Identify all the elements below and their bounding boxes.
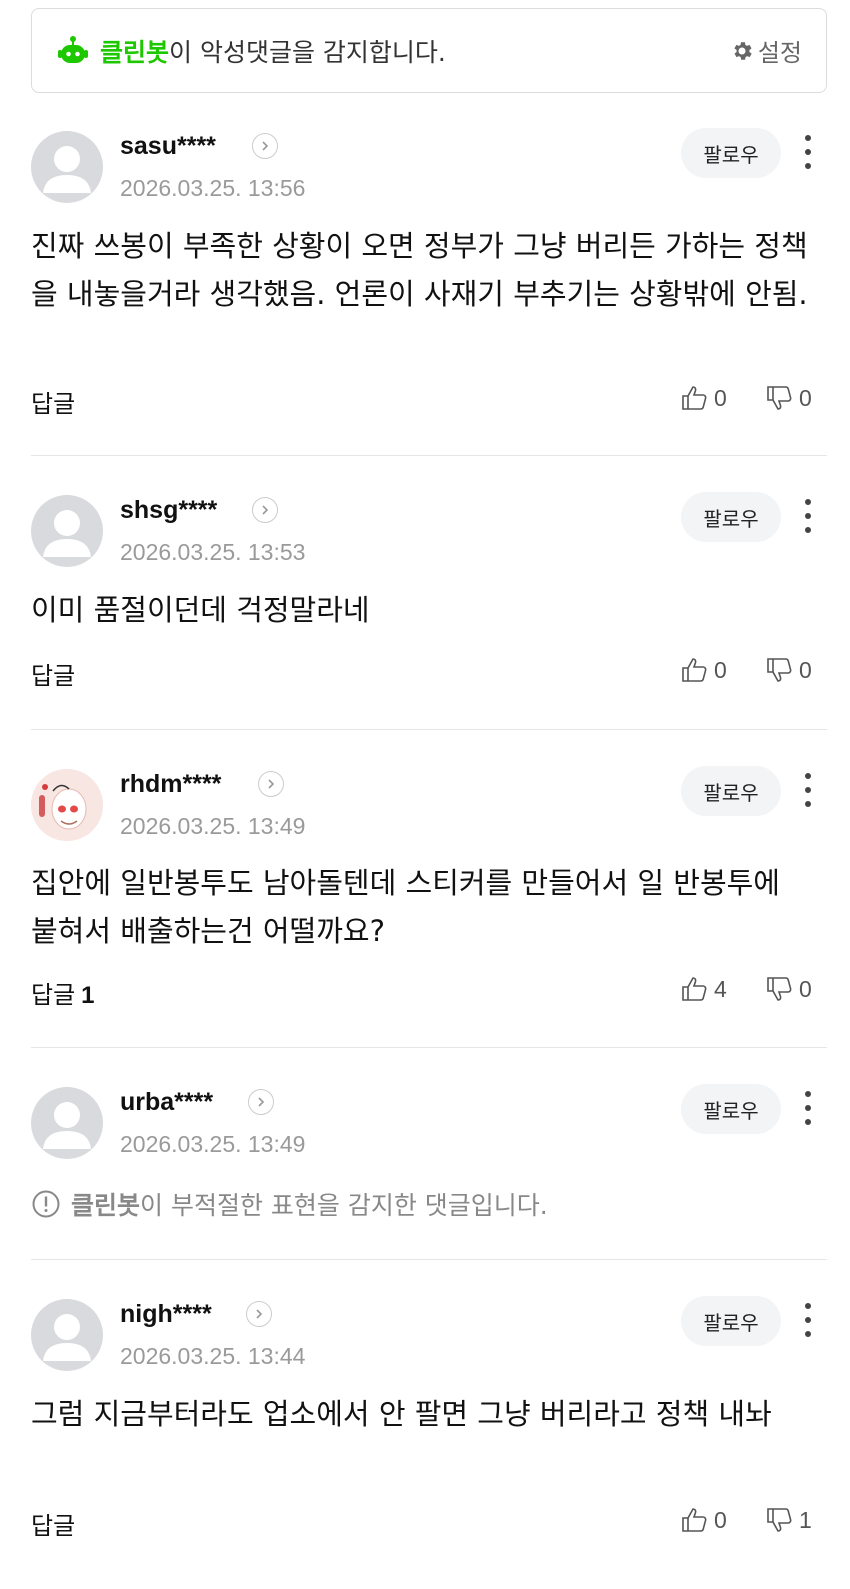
avatar[interactable] bbox=[31, 769, 103, 841]
avatar[interactable] bbox=[31, 495, 103, 567]
dislike-count: 1 bbox=[799, 1506, 812, 1533]
comment-text: 집안에 일반봉투도 남아돌텐데 스티커를 만들어서 일 반봉투에 붙혀서 배출하… bbox=[31, 866, 780, 948]
like-count: 0 bbox=[714, 384, 727, 411]
avatar[interactable] bbox=[31, 1087, 103, 1159]
dislike-button[interactable]: 0 bbox=[765, 656, 812, 684]
alert-circle-icon bbox=[32, 1190, 60, 1218]
username[interactable]: nigh**** bbox=[120, 1300, 212, 1329]
reply-button[interactable]: 답글 bbox=[31, 384, 81, 419]
username[interactable]: shsg**** bbox=[120, 496, 217, 525]
divider bbox=[31, 1259, 827, 1260]
dislike-button[interactable]: 1 bbox=[765, 1506, 812, 1534]
reply-count: 1 bbox=[81, 982, 95, 1009]
divider bbox=[31, 455, 827, 456]
more-vertical-icon[interactable] bbox=[800, 1088, 816, 1128]
comment-text: 진짜 쓰봉이 부족한 상황이 오면 정부가 그냥 버리든 가하는 정책을 내놓을… bbox=[31, 229, 808, 311]
robot-icon bbox=[58, 35, 88, 63]
username[interactable]: urba**** bbox=[120, 1088, 213, 1117]
dislike-count: 0 bbox=[799, 384, 812, 411]
notice-text: 이 부적절한 표현을 감지한 댓글입니다. bbox=[140, 1191, 548, 1220]
like-button[interactable]: 4 bbox=[680, 975, 727, 1003]
reply-button[interactable]: 답글 1 bbox=[31, 975, 95, 1010]
follow-button[interactable]: 팔로우 bbox=[681, 766, 781, 816]
comment-text: 그럼 지금부터라도 업소에서 안 팔면 그냥 버리라고 정책 내놔 bbox=[31, 1397, 772, 1431]
thumbs-up-icon bbox=[682, 658, 707, 682]
dislike-button[interactable]: 0 bbox=[765, 975, 812, 1003]
thumbs-up-icon bbox=[682, 977, 707, 1001]
chevron-right-icon[interactable] bbox=[252, 497, 278, 523]
avatar[interactable] bbox=[31, 1299, 103, 1371]
settings-label: 설정 bbox=[757, 39, 802, 67]
chevron-right-icon[interactable] bbox=[252, 133, 278, 159]
chevron-right-icon[interactable] bbox=[258, 771, 284, 797]
follow-button[interactable]: 팔로우 bbox=[681, 1084, 781, 1134]
avatar[interactable] bbox=[31, 131, 103, 203]
gear-icon bbox=[734, 41, 752, 60]
default-avatar-icon bbox=[43, 146, 91, 193]
like-button[interactable]: 0 bbox=[680, 1506, 727, 1534]
follow-button[interactable]: 팔로우 bbox=[681, 492, 781, 542]
timestamp: 2026.03.25. 13:53 bbox=[120, 539, 306, 565]
thumbs-up-icon bbox=[682, 1508, 707, 1532]
divider bbox=[31, 1047, 827, 1048]
thumbs-down-icon bbox=[767, 1508, 792, 1532]
reply-button[interactable]: 답글 bbox=[31, 1506, 81, 1541]
settings-button[interactable]: 설정 bbox=[730, 33, 802, 68]
timestamp: 2026.03.25. 13:56 bbox=[120, 175, 306, 201]
thumbs-down-icon bbox=[767, 658, 792, 682]
cleanbot-banner: 클린봇 이 악성댓글을 감지합니다. 설정 bbox=[31, 8, 827, 93]
chevron-right-icon[interactable] bbox=[246, 1301, 272, 1327]
reply-label: 답글 bbox=[31, 1512, 76, 1540]
timestamp: 2026.03.25. 13:49 bbox=[120, 1131, 306, 1157]
username[interactable]: sasu**** bbox=[120, 132, 216, 161]
follow-button[interactable]: 팔로우 bbox=[681, 128, 781, 178]
dislike-count: 0 bbox=[799, 656, 812, 683]
cleanbot-name: 클린봇 bbox=[71, 1191, 141, 1220]
divider bbox=[31, 729, 827, 730]
follow-button[interactable]: 팔로우 bbox=[681, 1296, 781, 1346]
timestamp: 2026.03.25. 13:44 bbox=[120, 1343, 306, 1369]
comment-text: 이미 품절이던데 걱정말라네 bbox=[31, 593, 370, 627]
default-avatar-icon bbox=[43, 1314, 91, 1361]
reply-label: 답글 bbox=[31, 390, 76, 418]
thumbs-up-icon bbox=[682, 386, 707, 410]
default-avatar-icon bbox=[43, 510, 91, 557]
character-avatar-icon bbox=[31, 769, 103, 841]
like-count: 0 bbox=[714, 1506, 727, 1533]
thumbs-down-icon bbox=[767, 386, 792, 410]
more-vertical-icon[interactable] bbox=[800, 132, 816, 172]
dislike-button[interactable]: 0 bbox=[765, 384, 812, 412]
like-count: 0 bbox=[714, 656, 727, 683]
more-vertical-icon[interactable] bbox=[800, 1300, 816, 1340]
cleanbot-notice[interactable]: 클린봇 이 부적절한 표현을 감지한 댓글입니다. bbox=[31, 1186, 548, 1222]
username[interactable]: rhdm**** bbox=[120, 770, 221, 799]
like-button[interactable]: 0 bbox=[680, 384, 727, 412]
chevron-right-icon[interactable] bbox=[248, 1089, 274, 1115]
like-count: 4 bbox=[714, 975, 727, 1002]
thumbs-down-icon bbox=[767, 977, 792, 1001]
timestamp: 2026.03.25. 13:49 bbox=[120, 813, 306, 839]
like-button[interactable]: 0 bbox=[680, 656, 727, 684]
default-avatar-icon bbox=[43, 1102, 91, 1149]
reply-button[interactable]: 답글 bbox=[31, 656, 81, 691]
reply-label: 답글 bbox=[31, 981, 76, 1009]
more-vertical-icon[interactable] bbox=[800, 496, 816, 536]
dislike-count: 0 bbox=[799, 975, 812, 1002]
more-vertical-icon[interactable] bbox=[800, 770, 816, 810]
cleanbot-message: 이 악성댓글을 감지합니다. bbox=[169, 37, 446, 67]
reply-label: 답글 bbox=[31, 662, 76, 690]
cleanbot-name: 클린봇 bbox=[100, 37, 170, 67]
